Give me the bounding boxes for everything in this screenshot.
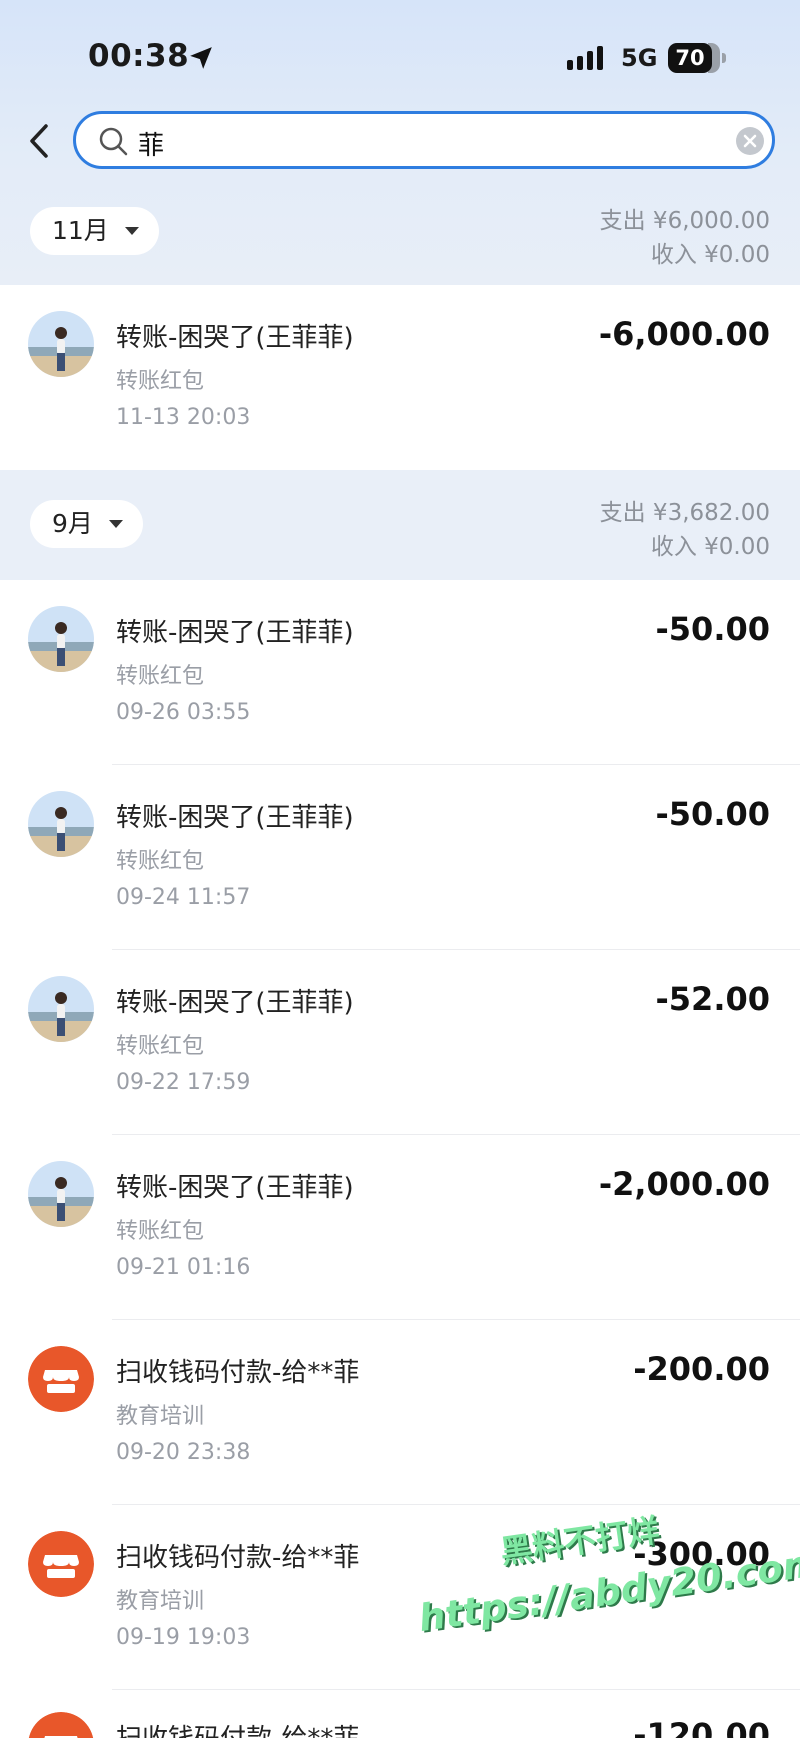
avatar (28, 1161, 94, 1227)
avatar (28, 606, 94, 672)
avatar (28, 791, 94, 857)
transaction-time: 09-24 11:57 (116, 885, 251, 910)
transaction-row[interactable]: 扫收钱码付款-给**菲 教育培训 09-20 23:38 -200.00 (0, 1320, 800, 1505)
transaction-time: 09-26 03:55 (116, 700, 251, 725)
avatar (28, 311, 94, 377)
month-filter-dropdown[interactable]: 9月 (30, 500, 143, 548)
transaction-amount: -52.00 (655, 980, 771, 1018)
transaction-category: 转账红包 (116, 1219, 205, 1244)
transaction-time: 09-20 23:38 (116, 1440, 251, 1465)
transaction-amount: -50.00 (655, 610, 771, 648)
caret-down-icon (108, 520, 123, 528)
clear-icon[interactable] (736, 127, 764, 155)
caret-down-icon (124, 227, 139, 235)
transaction-amount: -50.00 (655, 795, 771, 833)
transaction-category: 教育培训 (116, 1589, 205, 1614)
month-section-header: 9月 支出 ¥3,682.00 收入 ¥0.00 (0, 470, 800, 580)
avatar (28, 976, 94, 1042)
status-time: 00:38 (88, 38, 190, 74)
transaction-row[interactable]: 转账-困哭了(王菲菲) 转账红包 09-22 17:59 -52.00 (0, 950, 800, 1135)
transaction-amount: -120.00 (633, 1716, 770, 1738)
month-expense: 支出 ¥6,000.00 (599, 208, 770, 234)
transaction-title: 转账-困哭了(王菲菲) (116, 323, 354, 353)
month-label: 11月 (52, 216, 109, 245)
transaction-title: 转账-困哭了(王菲菲) (116, 988, 354, 1018)
network-type: 5G (621, 44, 658, 72)
status-bar: 00:38 5G 70 (0, 0, 800, 110)
transaction-title: 扫收钱码付款-给**菲 (116, 1543, 360, 1573)
shop-icon (28, 1712, 94, 1738)
transaction-row[interactable]: 转账-困哭了(王菲菲) 转账红包 09-24 11:57 -50.00 (0, 765, 800, 950)
search-query: 菲 (138, 131, 165, 161)
transaction-time: 09-21 01:16 (116, 1255, 251, 1280)
transaction-category: 转账红包 (116, 849, 205, 874)
month-filter-dropdown[interactable]: 11月 (30, 207, 159, 255)
back-chevron-icon[interactable] (20, 118, 60, 164)
location-arrow-icon (190, 47, 212, 69)
transaction-time: 11-13 20:03 (116, 405, 251, 430)
signal-icon (567, 46, 603, 70)
transaction-title: 扫收钱码付款-给**菲 (116, 1718, 359, 1738)
month-label: 9月 (52, 509, 93, 538)
search-icon (99, 127, 128, 156)
transaction-time: 09-19 19:03 (116, 1625, 251, 1650)
transaction-category: 转账红包 (116, 664, 205, 689)
month-expense: 支出 ¥3,682.00 (599, 500, 770, 526)
month-income: 收入 ¥0.00 (650, 534, 770, 560)
transaction-amount: -2,000.00 (598, 1165, 770, 1203)
month-section-header: 11月 支出 ¥6,000.00 收入 ¥0.00 (0, 175, 800, 285)
transaction-row[interactable]: 转账-困哭了(王菲菲) 转账红包 09-26 03:55 -50.00 (0, 580, 800, 765)
transaction-row[interactable]: 转账-困哭了(王菲菲) 转账红包 09-21 01:16 -2,000.00 (0, 1135, 800, 1320)
transaction-time: 09-22 17:59 (116, 1070, 251, 1095)
shop-icon (28, 1346, 94, 1412)
transaction-row[interactable]: 扫收钱码付款-给**菲 -120.00 (0, 1690, 800, 1738)
month-income: 收入 ¥0.00 (650, 242, 770, 268)
transaction-title: 扫收钱码付款-给**菲 (116, 1358, 360, 1388)
shop-icon (28, 1531, 94, 1597)
search-input[interactable]: 菲 (73, 111, 775, 169)
transaction-category: 转账红包 (116, 1034, 205, 1059)
transaction-category: 教育培训 (116, 1404, 205, 1429)
transaction-title: 转账-困哭了(王菲菲) (116, 618, 354, 648)
battery-icon: 70 (668, 43, 728, 75)
battery-level: 70 (668, 43, 712, 73)
transaction-title: 转账-困哭了(王菲菲) (116, 803, 354, 833)
transaction-row[interactable]: 转账-困哭了(王菲菲) 转账红包 11-13 20:03 -6,000.00 (0, 285, 800, 470)
transaction-category: 转账红包 (116, 369, 205, 394)
transaction-amount: -200.00 (633, 1350, 770, 1388)
transaction-title: 转账-困哭了(王菲菲) (116, 1173, 354, 1203)
transaction-amount: -6,000.00 (598, 315, 770, 353)
